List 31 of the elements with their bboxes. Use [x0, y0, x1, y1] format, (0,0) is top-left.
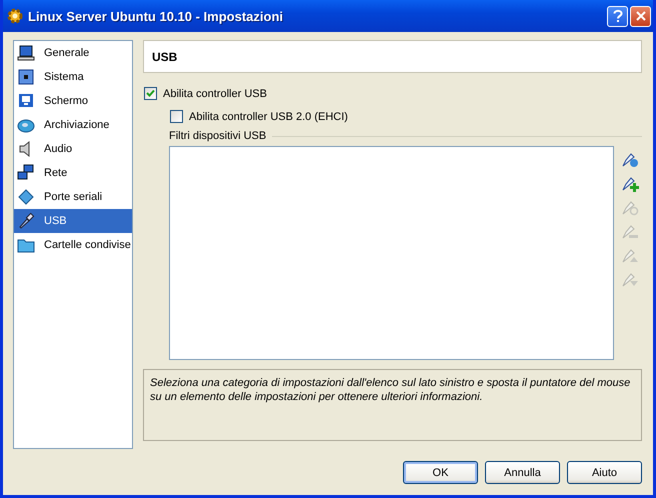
serial-port-icon [17, 188, 35, 206]
category-item[interactable]: Generale [14, 41, 132, 65]
close-icon [634, 10, 646, 22]
monitor-icon [17, 92, 35, 110]
checkbox[interactable] [144, 87, 157, 100]
computer-icon [17, 44, 35, 62]
checkbox[interactable] [170, 110, 183, 123]
category-item[interactable]: USB [14, 209, 132, 233]
category-item[interactable]: Sistema [14, 65, 132, 89]
network-icon [17, 164, 35, 182]
question-mark-icon [612, 9, 624, 23]
category-item[interactable]: Archiviazione [14, 113, 132, 137]
gear-icon [7, 8, 23, 24]
category-item[interactable]: Rete [14, 161, 132, 185]
category-item[interactable]: Schermo [14, 89, 132, 113]
page-title: USB [143, 40, 642, 73]
checkbox-label: Abilita controller USB 2.0 (EHCI) [189, 110, 348, 122]
dialog-button[interactable]: OK [403, 461, 478, 484]
group-label: Filtri dispositivi USB [169, 130, 266, 142]
chip-icon [17, 68, 35, 86]
dialog-button[interactable]: Annulla [485, 461, 560, 484]
usb-plug-icon [17, 212, 35, 230]
dialog-button[interactable]: Aiuto [567, 461, 642, 484]
help-button[interactable] [607, 6, 628, 26]
window-title: Linux Server Ubuntu 10.10 - Impostazioni [28, 8, 284, 24]
category-item[interactable]: Cartelle condivise [14, 233, 132, 257]
close-button[interactable] [630, 6, 651, 26]
category-item[interactable]: Porte seriali [14, 185, 132, 209]
checkbox-label: Abilita controller USB [163, 88, 267, 100]
info-text: Seleziona una categoria di impostazioni dall'elenco sul lato sinistro e sposta il puntatore del mouse su un elemento delle impostazioni per ottenere ulteriori informazioni. [143, 369, 642, 441]
category-item[interactable]: Audio [14, 137, 132, 161]
